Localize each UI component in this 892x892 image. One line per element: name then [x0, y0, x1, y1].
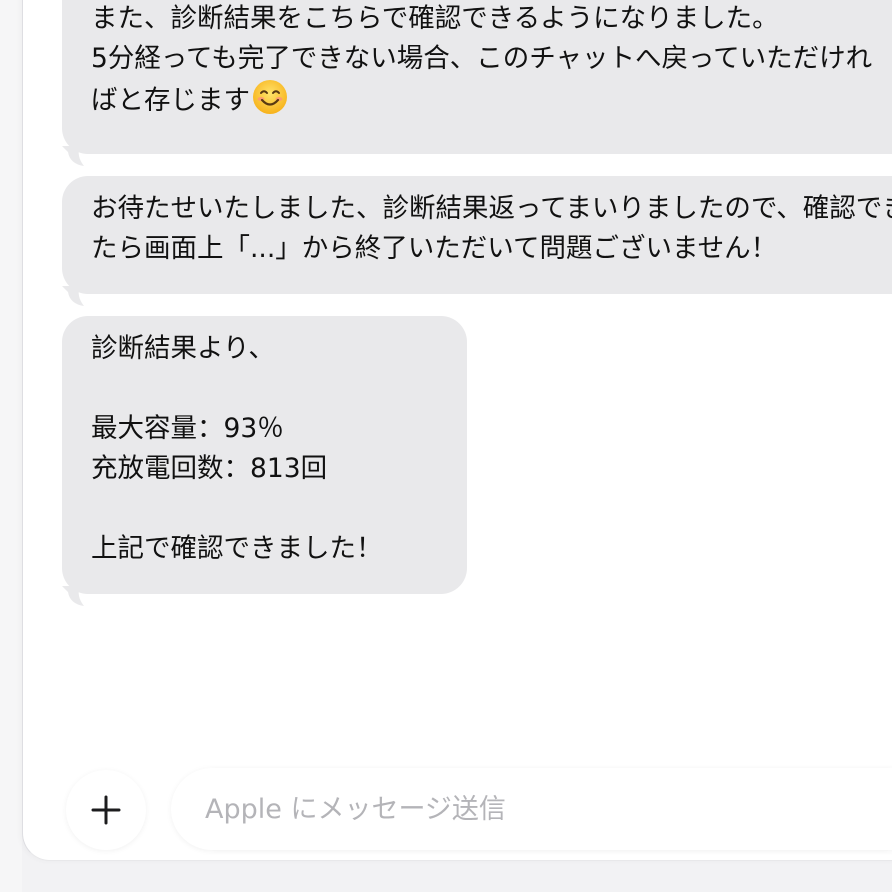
message-bubble: また、診断結果をこちらで確認できるようになりました。 5分経っても完了できない場… — [62, 0, 892, 154]
message-line: ばと存じます — [91, 85, 250, 116]
message-line: 5分経っても完了できない場合、このチャットへ戻っていただけれ — [91, 43, 873, 74]
message-input[interactable] — [203, 792, 807, 826]
message-line: 上記で確認できました！ — [91, 533, 383, 564]
bubble-tail — [62, 286, 84, 306]
message-line: たら画面上「...」から終了いただいて問題ございません！ — [91, 233, 778, 264]
message-line: 診断結果より、 — [91, 333, 275, 364]
message-line: また、診断結果をこちらで確認できるようになりました。 — [91, 3, 779, 34]
message-input-container[interactable] — [171, 768, 892, 850]
smiling-face-emoji — [253, 80, 287, 114]
add-attachment-button[interactable] — [66, 770, 146, 850]
message-line: お待たせいたしました、診断結果返ってまいりましたので、確認でき — [91, 193, 892, 224]
message-thread: また、診断結果をこちらで確認できるようになりました。 5分経っても完了できない場… — [0, 0, 892, 892]
chat-window: また、診断結果をこちらで確認できるようになりました。 5分経っても完了できない場… — [0, 0, 892, 892]
bubble-tail — [62, 586, 84, 606]
message-bubble: お待たせいたしました、診断結果返ってまいりましたので、確認でき たら画面上「..… — [62, 176, 892, 294]
plus-icon — [91, 795, 121, 825]
bubble-tail — [62, 146, 84, 166]
message-line: 最大容量：93％ — [91, 413, 284, 444]
message-line: 充放電回数：813回 — [91, 453, 328, 484]
message-bubble: 診断結果より、 最大容量：93％ 充放電回数：813回 上記で確認できました！ — [62, 316, 467, 594]
